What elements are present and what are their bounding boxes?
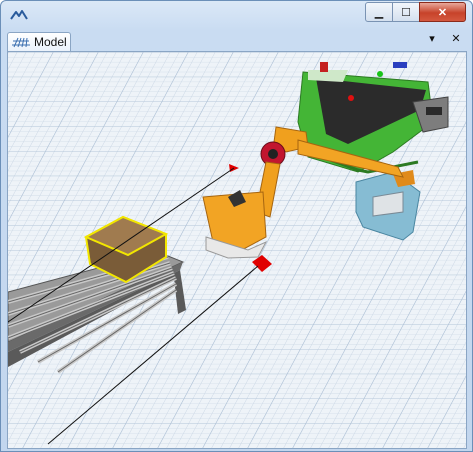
maximize-icon: ☐ xyxy=(401,6,411,19)
application-window: ▁ ☐ ✕ Model ▾ ✕ xyxy=(0,0,473,452)
grid-icon xyxy=(12,37,30,48)
scene-canvas[interactable] xyxy=(8,52,466,448)
minimize-icon: ▁ xyxy=(374,6,384,19)
tab-dropdown-icon[interactable]: ▾ xyxy=(426,32,438,45)
app-logo-icon xyxy=(10,10,28,20)
close-icon: ✕ xyxy=(437,6,448,19)
maximize-button[interactable]: ☐ xyxy=(392,2,420,22)
tab-model-label: Model xyxy=(34,35,67,49)
tab-strip: Model ▾ ✕ xyxy=(3,30,470,51)
tab-model[interactable]: Model xyxy=(7,32,71,51)
3d-model-viewport[interactable] xyxy=(7,51,467,449)
tab-close-icon[interactable]: ✕ xyxy=(450,32,462,45)
close-window-button[interactable]: ✕ xyxy=(419,2,466,22)
title-bar[interactable]: ▁ ☐ ✕ xyxy=(1,1,472,29)
minimize-button[interactable]: ▁ xyxy=(365,2,393,22)
